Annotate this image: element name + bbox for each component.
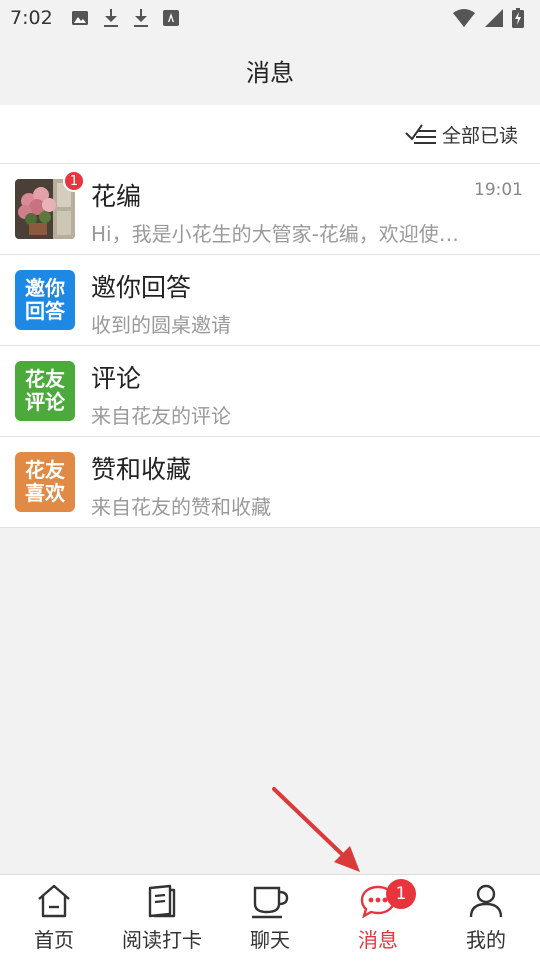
message-title: 花编 — [91, 182, 142, 211]
tab-bar: 首页 阅读打卡 聊天 消息 1 我的 — [0, 874, 540, 961]
message-subtitle: 来自花友的评论 — [91, 404, 231, 428]
list-item[interactable]: 1 花编 Hi，我是小花生的大管家-花编，欢迎使用小花生！ 19:01 — [0, 164, 540, 255]
header: 消息 — [0, 36, 540, 104]
status-left: 7:02 — [10, 7, 179, 29]
check-lines-icon — [405, 124, 436, 144]
wifi-icon — [453, 9, 475, 27]
list-item[interactable]: 花友 喜欢 赞和收藏 来自花友的赞和收藏 — [0, 437, 540, 528]
likes-icon: 花友 喜欢 — [15, 452, 75, 512]
toolbar: 全部已读 — [0, 105, 540, 164]
battery-charging-icon — [512, 8, 524, 28]
font-icon — [162, 10, 179, 26]
unread-badge: 1 — [63, 170, 85, 192]
message-subtitle: 来自花友的赞和收藏 — [91, 495, 271, 519]
tab-messages[interactable]: 消息 1 — [324, 875, 432, 961]
signal-icon — [485, 9, 503, 27]
message-subtitle: 收到的圆桌邀请 — [91, 313, 231, 337]
invite-answer-icon: 邀你 回答 — [15, 270, 75, 330]
cup-icon — [252, 886, 289, 919]
status-right — [452, 8, 524, 28]
list-item[interactable]: 花友 评论 评论 来自花友的评论 — [0, 346, 540, 437]
tab-label: 阅读打卡 — [122, 928, 202, 952]
page-title: 消息 — [246, 58, 294, 87]
message-title: 赞和收藏 — [91, 455, 192, 484]
tab-chat[interactable]: 聊天 — [216, 875, 324, 961]
comment-icon: 花友 评论 — [15, 361, 75, 421]
list-item[interactable]: 邀你 回答 邀你回答 收到的圆桌邀请 — [0, 255, 540, 346]
message-title: 邀你回答 — [91, 273, 192, 302]
download-icon — [133, 9, 148, 27]
status-time: 7:02 — [10, 7, 53, 29]
download-icon — [103, 9, 118, 27]
tab-home[interactable]: 首页 — [0, 875, 108, 961]
tab-label: 聊天 — [250, 928, 290, 952]
tab-label: 首页 — [34, 928, 74, 952]
book-icon — [148, 884, 176, 918]
message-time: 19:01 — [474, 180, 523, 200]
tab-label: 我的 — [466, 928, 506, 952]
message-title: 评论 — [91, 364, 142, 393]
status-bar: 7:02 — [0, 0, 540, 36]
image-icon — [71, 11, 88, 25]
tab-reading-checkin[interactable]: 阅读打卡 — [108, 875, 216, 961]
message-subtitle: Hi，我是小花生的大管家-花编，欢迎使用小花生！ — [91, 222, 471, 246]
home-icon — [38, 884, 70, 918]
tab-label: 消息 — [358, 928, 398, 952]
mark-all-read-label: 全部已读 — [441, 124, 518, 147]
avatar: 1 — [15, 170, 85, 239]
tab-badge: 1 — [386, 879, 416, 909]
message-list: 1 花编 Hi，我是小花生的大管家-花编，欢迎使用小花生！ 19:01 邀你 回… — [0, 164, 540, 528]
person-icon — [469, 884, 503, 918]
mark-all-read-button[interactable]: 全部已读 — [404, 105, 518, 163]
tab-profile[interactable]: 我的 — [432, 875, 540, 961]
